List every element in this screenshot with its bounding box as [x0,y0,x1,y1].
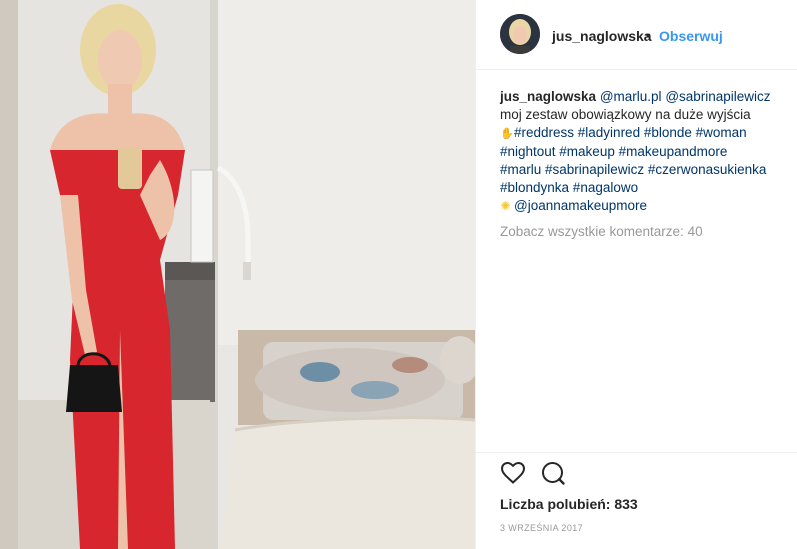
post-date: 3 WRZEŚNIA 2017 [500,523,584,533]
hashtags-line[interactable]: #marlu #sabrinapilewicz #czerwonasukienk… [500,162,766,177]
hashtags-line[interactable]: #reddress #ladyinred #blonde #woman [514,125,747,140]
follow-button[interactable]: Obserwuj [659,28,723,44]
post-side-panel: jus_naglowska • Obserwuj jus_naglowska @… [475,0,797,549]
mention-link[interactable]: @joannamakeupmore [514,198,647,213]
post-caption: jus_naglowska @marlu.pl @sabrinapilewicz… [500,88,790,215]
mention-link[interactable]: @marlu.pl [600,89,662,104]
avatar[interactable] [500,14,540,54]
sun-emoji-icon: ✺ [500,199,511,213]
heart-icon[interactable] [500,460,526,486]
caption-text: moj zestaw obowiązkowy na duże wyjścia [500,107,751,122]
post-photo[interactable] [0,0,475,549]
divider [476,452,797,453]
likes-count[interactable]: Liczba polubień: 833 [500,496,638,512]
comment-icon[interactable] [540,460,566,486]
hashtags-line[interactable]: #blondynka #nagalowo [500,180,638,195]
view-all-comments-link[interactable]: Zobacz wszystkie komentarze: 40 [500,224,703,239]
post-header: jus_naglowska • Obserwuj [476,0,797,70]
hand-emoji-icon: ✋ [500,128,514,140]
mention-link[interactable]: @sabrinapilewicz [665,89,770,104]
caption-username[interactable]: jus_naglowska [500,89,596,104]
separator-dot: • [646,27,651,43]
post-actions [500,460,780,490]
hashtags-line[interactable]: #nightout #makeup #makeupandmore [500,144,727,159]
post-username[interactable]: jus_naglowska [552,28,652,44]
